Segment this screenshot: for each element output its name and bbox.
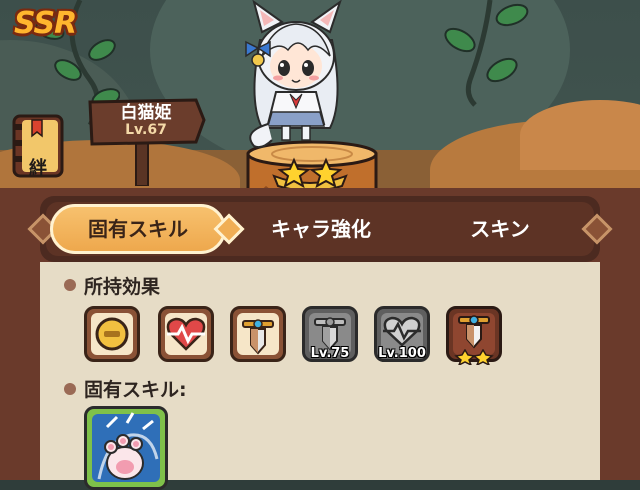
tab-character-enhance[interactable]: キャラ強化 — [226, 204, 416, 254]
character-scene: SSR 絆 白猫姫 Lv.67 — [0, 0, 640, 210]
effect-sword-starred[interactable] — [446, 306, 502, 365]
effect-heart-locked[interactable]: Lv.100 — [374, 306, 430, 362]
owned-effects-title: 所持効果 — [84, 276, 161, 298]
unique-skill-title: 固有スキル: — [84, 379, 187, 401]
bond-label: 絆 — [29, 158, 47, 179]
character-sprite[interactable] — [232, 0, 360, 150]
tab-unique-skill[interactable]: 固有スキル — [50, 204, 226, 254]
right-vine — [444, 0, 529, 107]
character-level: Lv.67 — [125, 122, 167, 138]
effect-level-label: Lv.100 — [378, 346, 426, 361]
effect-coin[interactable] — [84, 306, 140, 362]
sword-icon — [242, 319, 274, 355]
character-name: 白猫姫 — [120, 103, 172, 123]
unique-skill-icon[interactable] — [84, 406, 168, 490]
rarity-badge: SSR — [14, 6, 77, 41]
rank-stars-icon — [272, 157, 348, 190]
heart-icon — [166, 317, 206, 351]
effect-heart[interactable] — [158, 306, 214, 362]
effect-sword-locked[interactable]: Lv.75 — [302, 306, 358, 362]
tab-skin[interactable]: スキン — [420, 204, 580, 254]
section-bullet — [64, 279, 76, 291]
section-bullet — [64, 383, 76, 395]
stars-icon — [454, 349, 494, 365]
effect-sword[interactable] — [230, 306, 286, 362]
coin-icon — [95, 317, 129, 351]
bond-button[interactable]: 絆 — [10, 114, 66, 180]
effect-level-label: Lv.75 — [310, 346, 350, 361]
cat-paw-icon — [97, 412, 159, 480]
